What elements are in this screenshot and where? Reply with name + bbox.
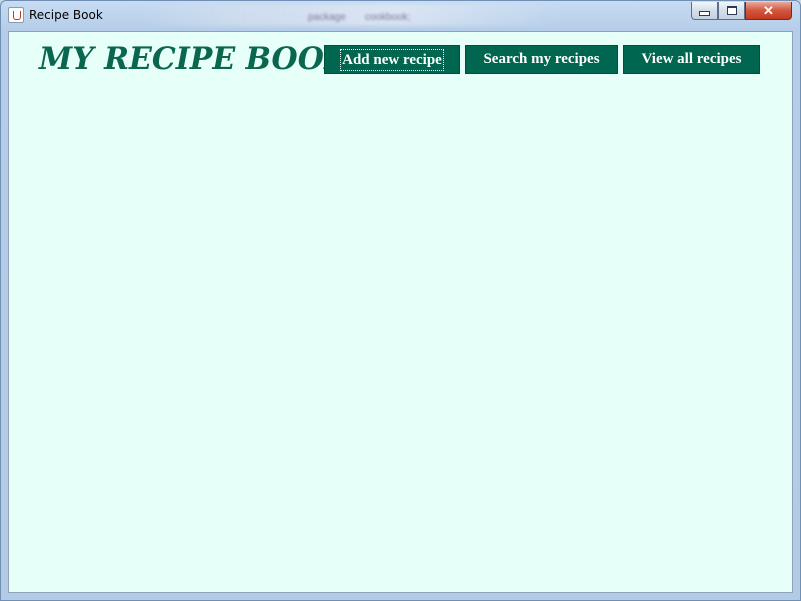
minimize-icon — [699, 11, 710, 16]
title-bar[interactable]: package cookbook; Recipe Book ✕ — [1, 1, 800, 29]
background-text: package — [308, 12, 346, 23]
view-all-recipes-button[interactable]: View all recipes — [623, 45, 760, 74]
app-logo: MY RECIPE BOOK — [39, 41, 350, 78]
background-blur — [141, 4, 561, 26]
window-title: Recipe Book — [29, 8, 103, 22]
add-recipe-label: Add new recipe — [340, 48, 444, 71]
close-icon: ✕ — [763, 2, 774, 18]
background-text: cookbook; — [365, 12, 411, 23]
close-button[interactable]: ✕ — [745, 2, 792, 20]
java-icon[interactable] — [8, 7, 24, 23]
search-recipes-button[interactable]: Search my recipes — [465, 45, 618, 74]
main-panel: MY RECIPE BOOK Add new recipe Search my … — [8, 31, 793, 593]
minimize-button[interactable] — [691, 2, 718, 20]
maximize-button[interactable] — [718, 2, 745, 20]
add-recipe-button[interactable]: Add new recipe — [324, 45, 460, 74]
app-window: package cookbook; Recipe Book ✕ MY RECIP… — [0, 0, 801, 601]
maximize-icon — [726, 6, 737, 15]
